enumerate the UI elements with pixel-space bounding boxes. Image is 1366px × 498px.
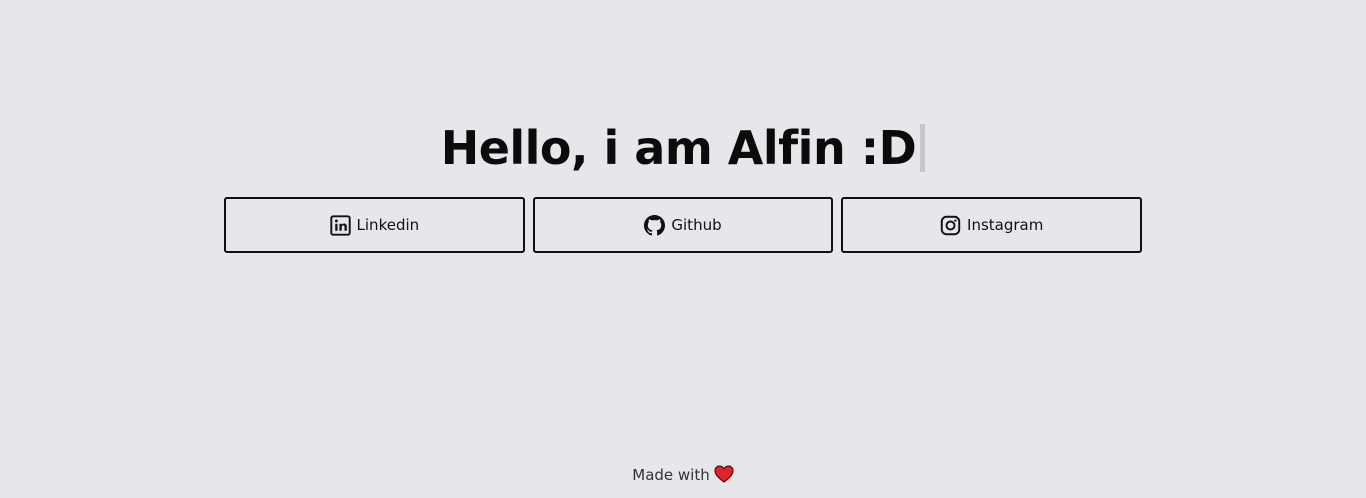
hero-heading: Hello, i am Alfin :D bbox=[0, 117, 1366, 179]
instagram-button[interactable]: Instagram bbox=[841, 197, 1143, 253]
footer: Made with bbox=[0, 465, 1366, 484]
typing-caret bbox=[920, 123, 926, 172]
instagram-icon bbox=[940, 215, 961, 236]
github-label: Github bbox=[671, 216, 722, 234]
footer-text: Made with bbox=[632, 466, 710, 484]
instagram-label: Instagram bbox=[967, 216, 1044, 234]
page: Hello, i am Alfin :D Linkedin Github Ins… bbox=[0, 0, 1366, 498]
github-icon bbox=[644, 214, 666, 236]
heart-icon bbox=[714, 465, 734, 483]
github-button[interactable]: Github bbox=[532, 197, 834, 253]
linkedin-label: Linkedin bbox=[356, 216, 420, 234]
social-links: Linkedin Github Instagram bbox=[224, 197, 1143, 253]
linkedin-icon bbox=[329, 214, 351, 236]
hero-title: Hello, i am Alfin :D bbox=[440, 120, 917, 175]
linkedin-button[interactable]: Linkedin bbox=[224, 197, 525, 253]
